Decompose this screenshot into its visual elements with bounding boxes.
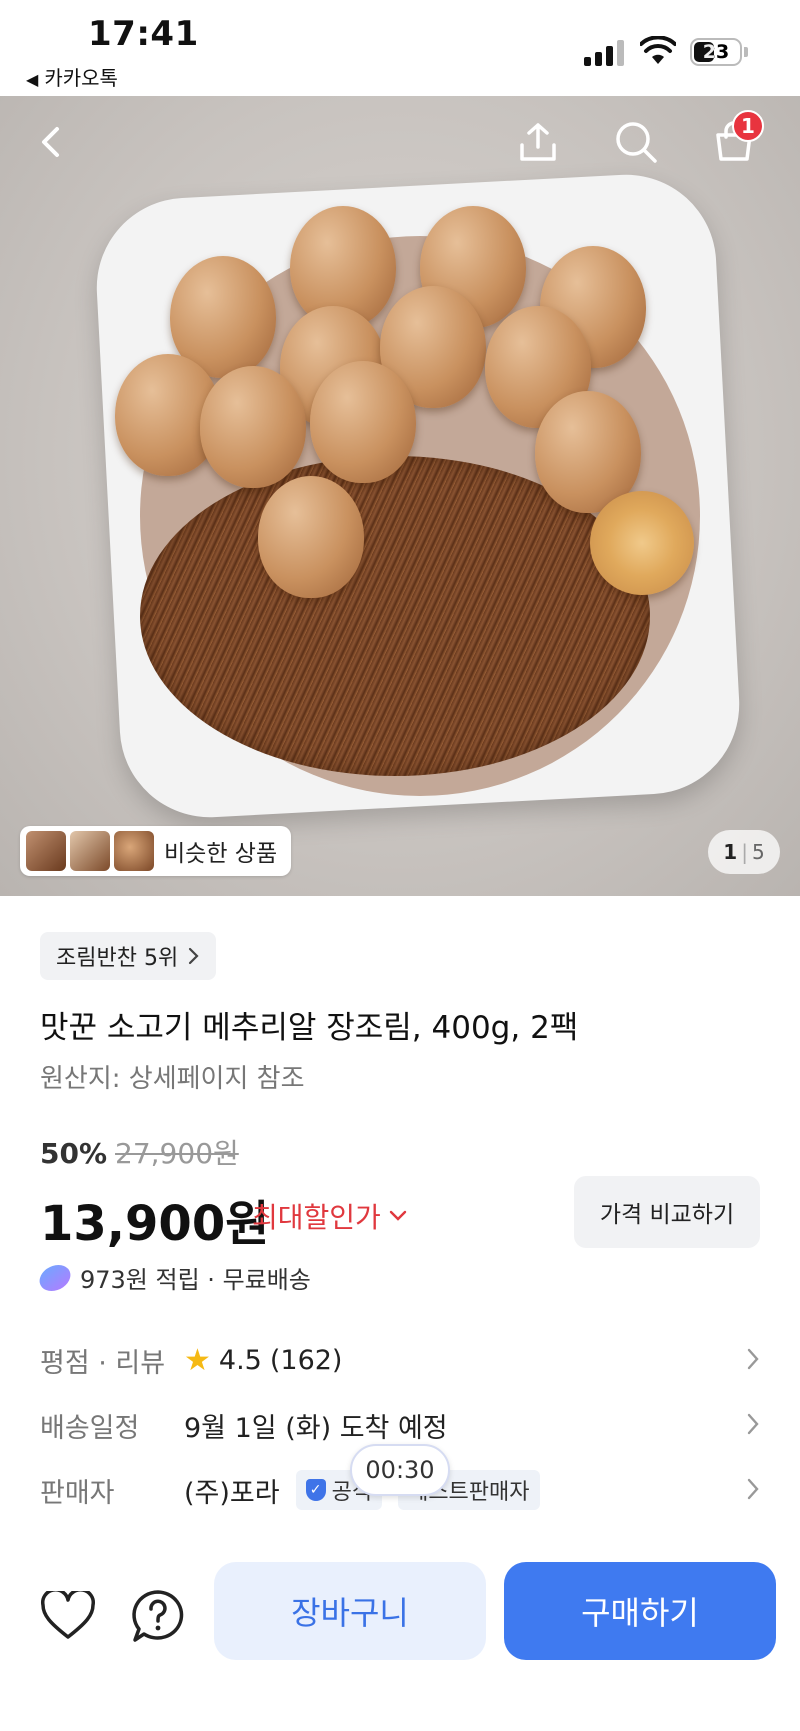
rating-key: 평점 · 리뷰 bbox=[40, 1347, 166, 1379]
battery-icon: 23 bbox=[690, 38, 742, 66]
cellular-signal-icon bbox=[584, 40, 626, 66]
points-shipping-info: 973원 적립 · 무료배송 bbox=[36, 1260, 311, 1295]
back-arrow-icon bbox=[42, 127, 59, 157]
back-triangle-icon: ◀ bbox=[26, 70, 39, 89]
shield-check-icon: ✓ bbox=[305, 1479, 326, 1501]
share-button[interactable] bbox=[510, 114, 566, 170]
similar-thumbnail bbox=[114, 831, 154, 871]
similar-thumbnail bbox=[26, 831, 66, 871]
battery-level: 23 bbox=[702, 41, 730, 63]
top-nav: 1 bbox=[0, 96, 800, 186]
max-discount-dropdown[interactable]: 최대할인가 bbox=[252, 1196, 407, 1236]
inquiry-button[interactable] bbox=[126, 1584, 190, 1648]
discount-line: 50% 27,900원 bbox=[40, 1132, 239, 1172]
discount-rate: 50% bbox=[40, 1137, 108, 1170]
chevron-right-icon bbox=[747, 1413, 759, 1435]
back-button[interactable] bbox=[24, 114, 80, 170]
quail-egg bbox=[258, 476, 364, 598]
wifi-icon bbox=[640, 36, 676, 64]
category-rank-chip[interactable]: 조림반찬 5위 bbox=[40, 932, 217, 980]
price-compare-button[interactable]: 가격 비교하기 bbox=[574, 1176, 760, 1248]
seller-key: 판매자 bbox=[40, 1477, 115, 1509]
delivery-value: 9월 1일 (화) 도착 예정 bbox=[184, 1412, 448, 1444]
wishlist-button[interactable] bbox=[36, 1584, 100, 1648]
search-button[interactable] bbox=[608, 114, 664, 170]
search-icon bbox=[616, 122, 657, 163]
question-bubble-icon bbox=[132, 1590, 184, 1642]
status-bar: 17:41 ◀ 카카오톡 23 bbox=[0, 0, 800, 96]
star-icon: ★ bbox=[184, 1342, 211, 1378]
back-app-label: 카카오톡 bbox=[44, 66, 118, 90]
product-origin: 원산지: 상세페이지 참조 bbox=[40, 1064, 305, 1094]
points-icon bbox=[36, 1264, 74, 1291]
chevron-right-icon bbox=[747, 1348, 759, 1370]
review-count: (162) bbox=[269, 1344, 343, 1376]
halved-quail-egg bbox=[590, 491, 694, 595]
similar-products-button[interactable]: 비슷한 상품 bbox=[20, 826, 292, 876]
status-time: 17:41 bbox=[88, 14, 199, 54]
cart-button[interactable]: 1 bbox=[706, 110, 764, 170]
quail-egg bbox=[310, 361, 416, 483]
share-icon bbox=[520, 123, 556, 161]
delivery-key: 배송일정 bbox=[40, 1412, 140, 1444]
back-to-app-link[interactable]: ◀ 카카오톡 bbox=[26, 62, 118, 91]
quail-egg bbox=[200, 366, 306, 488]
product-title: 맛꾼 소고기 메추리알 장조림, 400g, 2팩 bbox=[40, 1010, 579, 1046]
chevron-down-icon bbox=[389, 1210, 407, 1221]
original-price: 27,900원 bbox=[115, 1137, 239, 1170]
add-to-cart-button[interactable]: 장바구니 bbox=[214, 1562, 486, 1660]
chevron-right-icon bbox=[189, 947, 199, 965]
similar-thumbnail bbox=[70, 831, 110, 871]
pager-total: 5 bbox=[751, 840, 765, 864]
cart-count-badge: 1 bbox=[732, 110, 764, 142]
chevron-right-icon bbox=[747, 1478, 759, 1500]
points-text: 973원 적립 · 무료배송 bbox=[80, 1266, 311, 1294]
rank-chip-label: 조림반찬 5위 bbox=[56, 946, 179, 971]
countdown-timer: 00:30 bbox=[350, 1444, 450, 1496]
battery-tip bbox=[744, 47, 748, 57]
bottom-action-bar: 장바구니 구매하기 bbox=[0, 1540, 800, 1731]
pager-current: 1 bbox=[723, 840, 738, 864]
image-pager: 1 | 5 bbox=[708, 830, 780, 874]
max-discount-label: 최대할인가 bbox=[252, 1201, 381, 1234]
rating-value: 4.5 bbox=[218, 1344, 262, 1376]
similar-products-label: 비슷한 상품 bbox=[164, 841, 278, 867]
heart-icon bbox=[41, 1591, 95, 1639]
buy-now-button[interactable]: 구매하기 bbox=[504, 1562, 776, 1660]
product-image-gallery[interactable]: 1 비슷한 상품 1 | 5 bbox=[0, 96, 800, 896]
sale-price: 13,900원 bbox=[40, 1196, 270, 1252]
rating-review-row[interactable]: 평점 · 리뷰 ★ 4.5 (162) bbox=[40, 1332, 760, 1388]
seller-name: (주)포라 bbox=[184, 1477, 280, 1509]
